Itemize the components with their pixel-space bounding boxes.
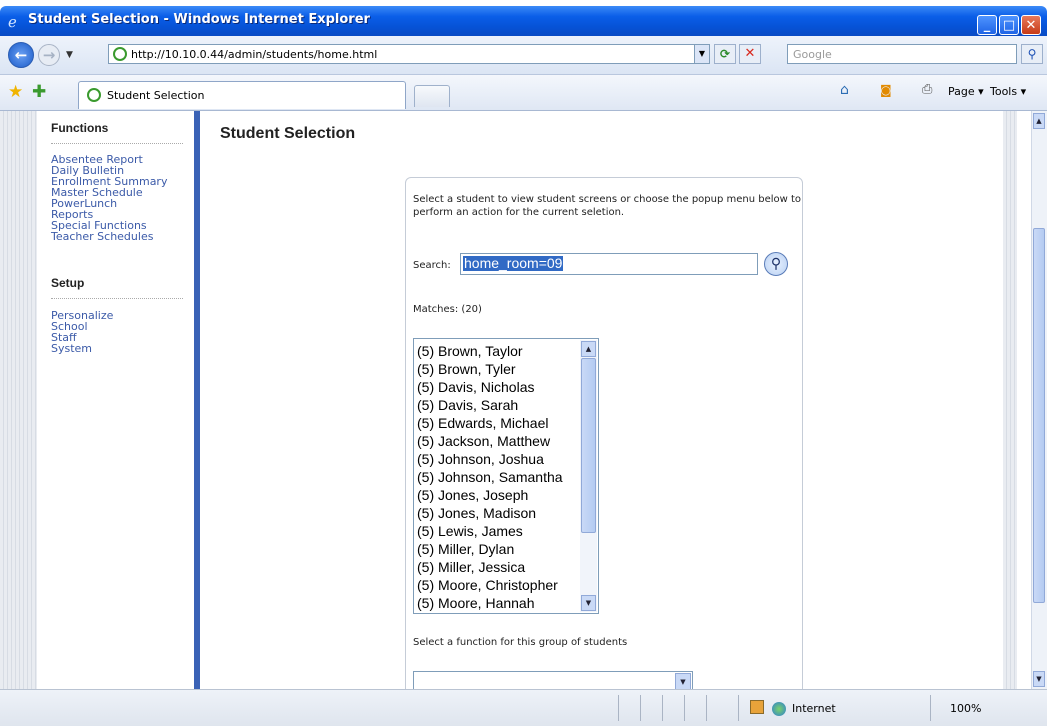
matches-count: Matches: (20) — [413, 304, 482, 315]
status-divider — [706, 695, 707, 721]
feeds-icon[interactable]: ◙ — [880, 83, 892, 97]
back-button[interactable]: ← — [8, 42, 34, 68]
tools-menu[interactable]: Tools ▾ — [990, 85, 1026, 98]
close-button[interactable]: ✕ — [1021, 15, 1041, 35]
minimize-button[interactable]: _ — [977, 15, 997, 35]
student-list-item[interactable]: (5) Davis, Sarah — [417, 396, 577, 414]
maximize-button[interactable]: □ — [999, 15, 1019, 35]
student-list-item[interactable]: (5) Jones, Madison — [417, 504, 577, 522]
student-list: (5) Brown, Taylor (5) Brown, Tyler (5) D… — [417, 342, 577, 612]
student-list-item[interactable]: (5) Moore, Christopher — [417, 576, 577, 594]
security-zone[interactable]: Internet — [792, 702, 836, 715]
address-input[interactable]: http://10.10.0.44/admin/students/home.ht… — [108, 44, 696, 64]
zoom-level[interactable]: 100% — [950, 702, 981, 715]
student-list-item[interactable]: (5) Johnson, Samantha — [417, 468, 577, 486]
print-icon[interactable]: ⎙ — [922, 82, 932, 97]
student-list-item[interactable]: (5) Lewis, James — [417, 522, 577, 540]
tab-favicon-icon — [87, 88, 101, 102]
address-toolbar: ← → ▼ http://10.10.0.44/admin/students/h… — [0, 36, 1047, 75]
list-scroll-down-icon[interactable]: ▼ — [581, 595, 596, 611]
status-divider — [738, 695, 739, 721]
function-select-label: Select a function for this group of stud… — [413, 637, 628, 648]
setup-heading: Setup — [51, 276, 85, 290]
student-list-item[interactable]: (5) Miller, Jessica — [417, 558, 577, 576]
stop-button[interactable]: ✕ — [739, 44, 761, 64]
protected-mode-icon[interactable] — [750, 700, 764, 714]
status-divider — [684, 695, 685, 721]
search-label: Search: — [413, 260, 451, 271]
page-title: Student Selection — [220, 125, 356, 142]
web-search-placeholder: Google — [793, 48, 832, 61]
student-list-item[interactable]: (5) Moore, Hannah — [417, 594, 577, 612]
home-icon[interactable]: ⌂ — [840, 82, 849, 98]
status-divider — [640, 695, 641, 721]
right-frame-border — [1003, 111, 1017, 689]
setup-divider — [51, 298, 183, 300]
window-title: Student Selection - Windows Internet Exp… — [28, 12, 370, 27]
page-scrollbar-thumb[interactable] — [1033, 228, 1045, 603]
student-list-item[interactable]: (5) Brown, Tyler — [417, 360, 577, 378]
student-list-item[interactable]: (5) Jackson, Matthew — [417, 432, 577, 450]
student-list-item[interactable]: (5) Jones, Joseph — [417, 486, 577, 504]
functions-heading: Functions — [51, 121, 109, 135]
internet-zone-icon — [772, 702, 786, 716]
refresh-button[interactable]: ⟳ — [714, 44, 736, 64]
status-bar — [0, 689, 1047, 726]
status-divider — [930, 695, 931, 721]
new-tab-button[interactable] — [414, 85, 450, 107]
ie-logo-icon: ℯ — [8, 13, 17, 31]
status-divider — [662, 695, 663, 721]
sidebar-item-teacher-schedules[interactable]: Teacher Schedules — [51, 231, 153, 242]
student-list-item[interactable]: (5) Davis, Nicholas — [417, 378, 577, 396]
add-favorites-icon[interactable]: ✚ — [32, 82, 46, 102]
history-dropdown-icon[interactable]: ▼ — [66, 50, 73, 60]
scroll-down-icon[interactable]: ▼ — [1033, 671, 1045, 687]
status-divider — [618, 695, 619, 721]
list-scrollbar-thumb[interactable] — [581, 358, 596, 533]
sidebar-item-system[interactable]: System — [51, 343, 92, 354]
address-dropdown-icon[interactable]: ▼ — [694, 44, 710, 64]
student-list-item[interactable]: (5) Brown, Taylor — [417, 342, 577, 360]
tab-label: Student Selection — [107, 89, 205, 102]
window-titlebar: ℯ Student Selection - Windows Internet E… — [0, 6, 1047, 36]
address-url: http://10.10.0.44/admin/students/home.ht… — [131, 48, 378, 61]
search-icon[interactable]: ⚲ — [1021, 44, 1043, 64]
student-search-value[interactable]: home_room=09 — [463, 256, 564, 271]
site-favicon-icon — [113, 47, 127, 61]
instructions-text: Select a student to view student screens… — [413, 194, 802, 218]
left-frame-border — [0, 111, 37, 689]
forward-button[interactable]: → — [38, 44, 60, 66]
scroll-up-icon[interactable]: ▲ — [1033, 113, 1045, 129]
functions-divider — [51, 143, 183, 145]
list-scroll-up-icon[interactable]: ▲ — [581, 341, 596, 357]
student-list-item[interactable]: (5) Johnson, Joshua — [417, 450, 577, 468]
magnifier-search-icon[interactable]: ⚲ — [764, 252, 788, 276]
favorites-star-icon[interactable]: ★ — [8, 82, 23, 102]
web-search-input[interactable]: Google — [787, 44, 1017, 64]
student-list-item[interactable]: (5) Edwards, Michael — [417, 414, 577, 432]
student-list-item[interactable]: (5) Miller, Dylan — [417, 540, 577, 558]
page-menu[interactable]: Page ▾ — [948, 85, 984, 98]
tab-command-bar: ★ ✚ Student Selection ⌂ ◙ ⎙ Page ▾ Tools… — [0, 75, 1047, 111]
tab-student-selection[interactable]: Student Selection — [78, 81, 406, 109]
